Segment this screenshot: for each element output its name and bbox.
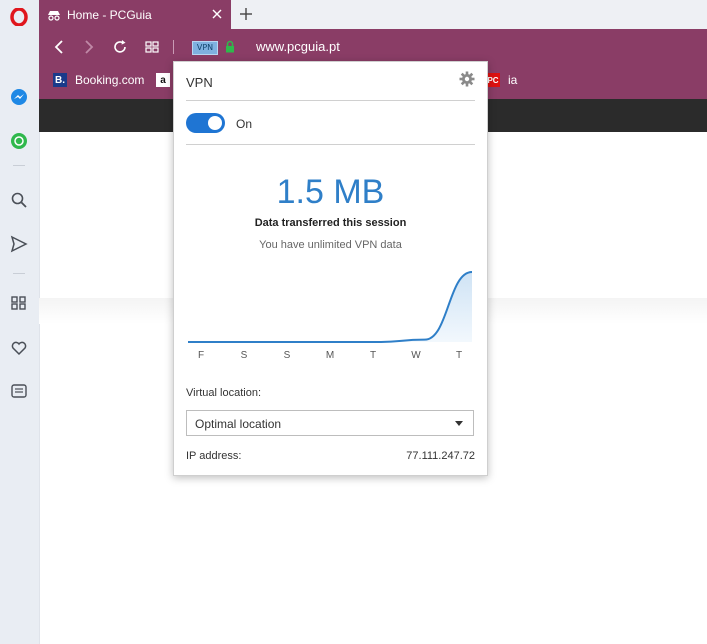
- forward-icon[interactable]: [80, 38, 98, 56]
- data-usage-chart: FSSMTWT: [188, 271, 472, 361]
- tab-home-pcguia[interactable]: Home - PCGuia: [39, 0, 231, 29]
- tabs-grid-icon[interactable]: [143, 38, 161, 56]
- bookmark-booking[interactable]: B. Booking.com: [53, 73, 144, 87]
- chart-area-fill: [188, 272, 472, 342]
- virtual-location-value: Optimal location: [195, 417, 282, 431]
- chart-tick-label: F: [198, 350, 204, 361]
- search-icon[interactable]: [9, 190, 29, 210]
- virtual-location-select[interactable]: Optimal location: [186, 410, 474, 436]
- new-tab-icon[interactable]: [237, 5, 255, 23]
- bookmark-label: Booking.com: [75, 73, 145, 87]
- unlimited-data-note: You have unlimited VPN data: [259, 239, 402, 251]
- address-bar: VPN www.pcguia.pt: [39, 29, 707, 65]
- sidebar-divider: [13, 165, 25, 166]
- vpn-toggle[interactable]: [186, 113, 225, 133]
- popup-divider: [186, 100, 475, 101]
- data-transferred-amount: 1.5 MB: [276, 173, 385, 211]
- chart-tick-label: W: [411, 350, 421, 361]
- incognito-icon: [48, 10, 60, 21]
- chart-tick-label: M: [326, 350, 334, 361]
- back-icon[interactable]: [50, 38, 68, 56]
- ip-address-value: 77.111.247.72: [406, 450, 475, 462]
- pcguia-icon: PC: [486, 73, 500, 87]
- ip-address-label: IP address:: [186, 450, 242, 462]
- reload-icon[interactable]: [111, 38, 129, 56]
- tab-title: Home - PCGuia: [67, 7, 152, 22]
- virtual-location-label: Virtual location:: [186, 387, 262, 399]
- close-tab-icon[interactable]: [209, 6, 225, 22]
- vpn-popup: VPN On 1.5 MB Data transferred this sess…: [173, 61, 488, 476]
- bookmark-label: ia: [508, 73, 518, 87]
- booking-icon: B.: [53, 73, 67, 87]
- gear-icon[interactable]: [459, 71, 475, 87]
- opera-logo-icon[interactable]: [9, 7, 29, 27]
- chart-tick-label: S: [284, 350, 291, 361]
- popup-divider: [186, 144, 475, 145]
- sidebar-divider: [13, 273, 25, 274]
- whatsapp-icon[interactable]: [9, 131, 29, 151]
- messenger-icon[interactable]: [9, 87, 29, 107]
- lock-icon[interactable]: [225, 40, 235, 53]
- data-transferred-caption: Data transferred this session: [254, 217, 407, 229]
- chevron-down-icon: [455, 421, 463, 426]
- send-icon[interactable]: [9, 234, 29, 254]
- speed-dial-icon[interactable]: [9, 293, 29, 313]
- url-field[interactable]: www.pcguia.pt: [256, 39, 340, 54]
- chart-tick-label: S: [241, 350, 248, 361]
- toggle-knob: [208, 116, 222, 130]
- vpn-toggle-label: On: [236, 117, 253, 131]
- amazon-icon: a: [156, 73, 170, 87]
- chart-series-line: [188, 271, 472, 343]
- toolbar-divider: [173, 40, 174, 54]
- chart-tick-label: T: [370, 350, 376, 361]
- vpn-badge-button[interactable]: VPN: [192, 41, 218, 55]
- vpn-popup-title: VPN: [186, 75, 213, 90]
- bookmark-pcguia[interactable]: PC ia: [486, 73, 517, 87]
- tab-strip: Home - PCGuia: [39, 0, 707, 29]
- heart-icon[interactable]: [9, 338, 29, 358]
- sidebar: [0, 0, 40, 644]
- chart-tick-label: T: [456, 350, 462, 361]
- news-icon[interactable]: [9, 381, 29, 401]
